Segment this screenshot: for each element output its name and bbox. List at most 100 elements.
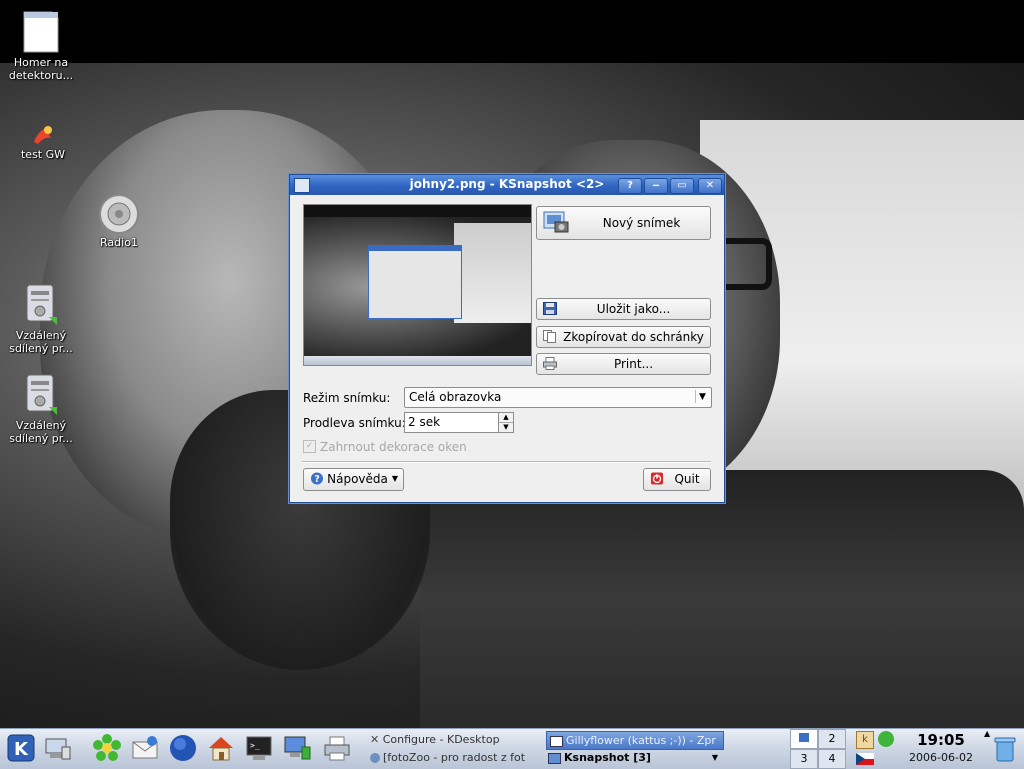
groupwise-icon — [34, 126, 52, 144]
desktop-3[interactable]: 3 — [790, 749, 818, 769]
mode-select[interactable]: Celá obrazovka ▼ — [404, 387, 712, 408]
desktop-icon-test-gw[interactable]: test GW — [6, 122, 80, 161]
klipper-icon[interactable]: k — [856, 731, 874, 749]
delay-label: Prodleva snímku: — [303, 416, 406, 430]
clock[interactable]: 19:05 2006-06-02 — [906, 731, 976, 764]
task-gillyflower[interactable]: Gillyflower (kattus ;-)) - Zpr — [546, 731, 724, 750]
floppy-disk-icon — [543, 302, 557, 315]
help-titlebar-button[interactable]: ? — [618, 178, 642, 194]
update-notifier-icon[interactable] — [878, 731, 894, 747]
desktop-icon-remote-share-1[interactable]: Vzdálený sdílený pr... — [4, 283, 78, 355]
mail-launcher[interactable] — [130, 733, 160, 763]
svg-text:K: K — [14, 739, 29, 760]
copy-to-clipboard-button[interactable]: Zkopírovat do schránky — [536, 326, 711, 348]
speaker-icon — [99, 194, 139, 234]
network-launcher[interactable] — [282, 733, 312, 763]
printer-icon — [324, 736, 350, 761]
globe-icon — [170, 735, 196, 761]
task-label: Gillyflower (kattus ;-)) - Zpr — [566, 734, 716, 747]
terminal-launcher[interactable]: >_ — [244, 733, 274, 763]
kde-logo-icon: K — [7, 734, 35, 762]
browser-launcher[interactable] — [168, 733, 198, 763]
task-label: Ksnapshot [3] — [564, 751, 651, 764]
help-label: Nápověda — [327, 472, 388, 486]
preview-window-area — [454, 223, 531, 323]
mode-label: Režim snímku: — [303, 391, 391, 405]
wallpaper-shirt — [420, 470, 1024, 728]
desktop-icon-homer[interactable]: Homer na detektoru... — [4, 10, 78, 82]
task-configure-kdesktop[interactable]: ✕ Configure - KDesktop — [370, 731, 542, 748]
preview-taskbar — [304, 356, 531, 365]
delay-stepper: ▲ ▼ — [498, 412, 514, 433]
print-label: Print... — [613, 357, 654, 371]
task-label: Configure - KDesktop — [382, 733, 500, 746]
clock-time: 19:05 — [917, 731, 965, 749]
svg-text:>_: >_ — [250, 741, 260, 750]
wallpaper-dark-band — [0, 0, 1024, 63]
maximize-button[interactable]: ▭ — [670, 178, 694, 194]
new-snapshot-button[interactable]: Nový snímek — [536, 206, 711, 240]
network-drive-icon — [26, 374, 57, 415]
desktop-icon-label: test GW — [20, 148, 66, 161]
kde-menu-button[interactable]: K — [6, 733, 36, 763]
step-down-icon[interactable]: ▼ — [499, 423, 513, 432]
book-icon — [799, 733, 809, 742]
save-as-button[interactable]: Uložit jako... — [536, 298, 711, 320]
camera-icon — [543, 211, 569, 233]
trash-icon — [994, 737, 1016, 762]
chevron-up-icon[interactable]: ▲ — [984, 729, 990, 738]
help-icon: ? — [310, 472, 324, 485]
globe-icon — [370, 753, 380, 763]
desktop-icon-radio1[interactable]: Radio1 — [82, 194, 156, 249]
preview-ksnapshot-window — [368, 245, 462, 319]
mail-window-icon — [550, 735, 563, 747]
chevron-down-icon: ▼ — [391, 474, 398, 483]
mail-icon — [132, 736, 158, 759]
task-ksnapshot-group[interactable]: Ksnapshot [3] ▼ — [548, 749, 724, 766]
separator — [302, 461, 711, 463]
desktop-icon-label: Radio1 — [100, 236, 138, 249]
task-fotozoo[interactable]: [fotoZoo - pro radost z fot — [370, 749, 542, 766]
decorations-label: Zahrnout dekorace oken — [320, 440, 467, 454]
computer-icon — [45, 738, 71, 760]
delay-spinbox[interactable]: 2 sek — [404, 412, 500, 433]
minimize-button[interactable]: ‒ — [644, 178, 668, 194]
chevron-down-icon: ▼ — [695, 390, 709, 403]
x-icon: ✕ — [370, 733, 380, 746]
snapshot-preview[interactable] — [303, 204, 532, 366]
show-desktop-button[interactable] — [42, 733, 72, 763]
decorations-checkbox[interactable]: ✓ — [303, 440, 316, 453]
desktop-4[interactable]: 4 — [818, 749, 846, 769]
desktop-icon-remote-share-2[interactable]: Vzdálený sdílený pr... — [4, 373, 78, 445]
print-button[interactable]: Print... — [536, 353, 711, 375]
delay-spinbox-value: 2 sek — [408, 415, 441, 429]
kde-panel: K >_ ✕ Configure - KDesktop Gillyflower … — [0, 728, 1024, 769]
window-titlebar[interactable]: johny2.png - KSnapshot <2> ? ‒ ▭ ✕ — [290, 175, 724, 195]
desktop-icon-label: Homer na detektoru... — [8, 56, 74, 82]
svg-text:?: ? — [314, 474, 319, 485]
task-label: [fotoZoo - pro radost z fot — [383, 751, 526, 764]
desktop-1[interactable] — [790, 729, 818, 749]
help-button[interactable]: ? Nápověda ▼ — [303, 468, 404, 491]
text-file-icon — [23, 11, 59, 53]
power-icon — [650, 472, 664, 485]
monitor-network-icon — [284, 736, 311, 760]
home-launcher[interactable] — [206, 733, 236, 763]
step-up-icon[interactable]: ▲ — [499, 413, 513, 423]
czech-flag-icon[interactable] — [856, 753, 874, 765]
ksnapshot-window: johny2.png - KSnapshot <2> ? ‒ ▭ ✕ Nový … — [289, 174, 725, 503]
home-icon — [209, 737, 233, 761]
close-button[interactable]: ✕ — [698, 178, 722, 194]
quit-label: Quit — [674, 472, 700, 486]
desktop-icon-label: Vzdálený sdílený pr... — [9, 329, 73, 355]
copy-icon — [543, 330, 556, 343]
desktop-2[interactable]: 2 — [818, 729, 846, 749]
icq-launcher[interactable] — [92, 733, 122, 763]
network-drive-icon — [26, 284, 57, 325]
quit-button[interactable]: Quit — [643, 468, 711, 491]
save-as-label: Uložit jako... — [596, 302, 671, 316]
copy-to-clipboard-label: Zkopírovat do schránky — [563, 330, 704, 344]
desktop-icon-label: Vzdálený sdílený pr... — [9, 419, 73, 445]
printer-launcher[interactable] — [322, 733, 352, 763]
trash-button[interactable] — [994, 735, 1016, 763]
